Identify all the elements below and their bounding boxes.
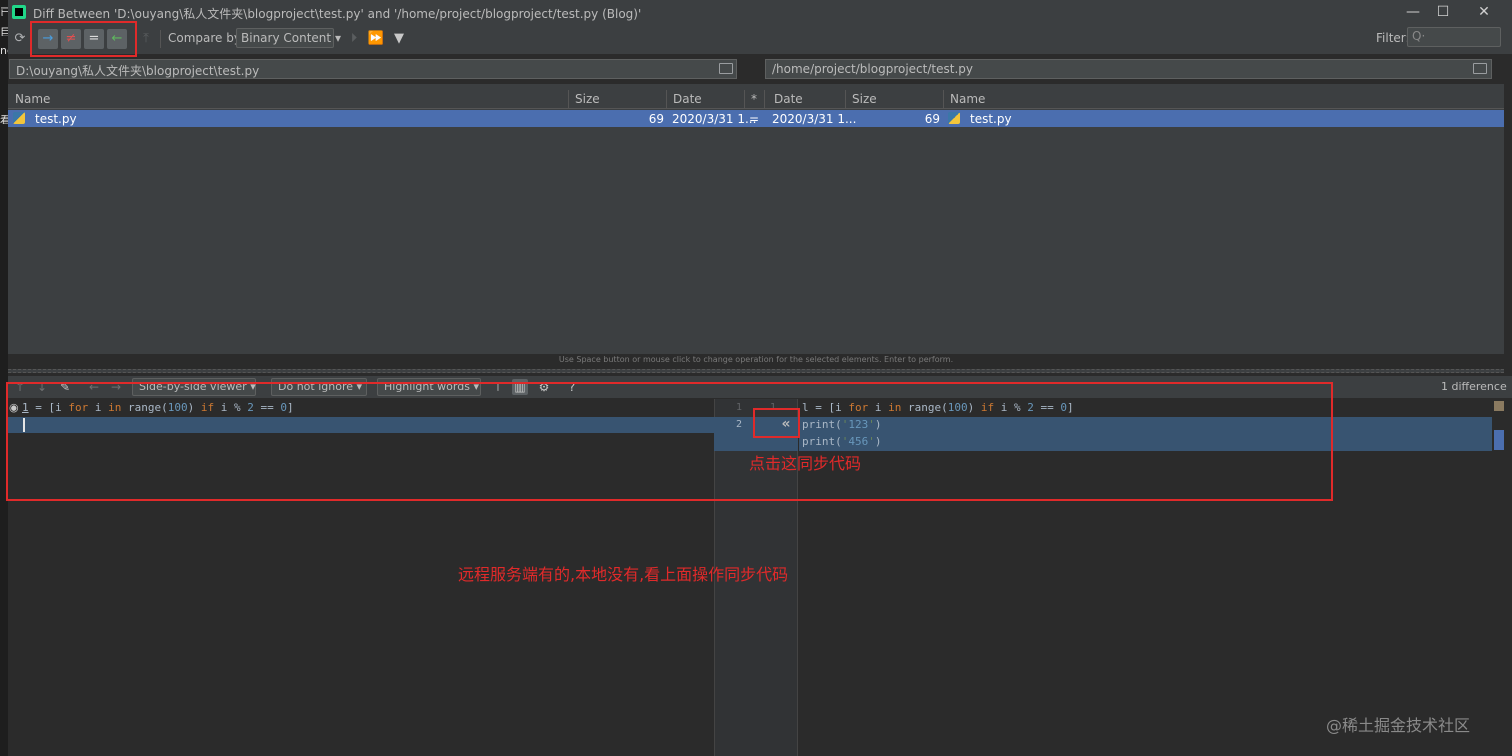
merge-icon[interactable]: ⤒ bbox=[136, 29, 156, 49]
scroll-marker bbox=[1494, 401, 1504, 411]
column-header-operation[interactable]: * bbox=[745, 90, 765, 108]
chevron-down-icon: ▾ bbox=[334, 31, 341, 45]
left-file-size: 69 bbox=[648, 112, 664, 126]
edge-glyph: nd bbox=[0, 44, 8, 56]
left-path-field[interactable]: D:\ouyang\私人文件夹\blogproject\test.py bbox=[9, 59, 737, 79]
splitter[interactable] bbox=[8, 369, 1504, 373]
filter-icon[interactable]: ▼ bbox=[389, 29, 409, 49]
column-header-date[interactable]: Date bbox=[667, 90, 745, 108]
right-file-date: 2020/3/31 1... bbox=[772, 112, 857, 126]
left-file-date: 2020/3/31 1... bbox=[672, 112, 757, 126]
compare-by-value: Binary Content bbox=[241, 31, 332, 45]
edge-glyph: 已 bbox=[0, 6, 8, 16]
python-file-icon bbox=[13, 112, 25, 124]
maximize-button[interactable]: ☐ bbox=[1428, 2, 1458, 22]
right-file-size: 69 bbox=[924, 112, 940, 126]
status-hint: Use Space button or mouse click to chang… bbox=[558, 355, 954, 364]
toolbar-separator bbox=[160, 30, 161, 48]
close-button[interactable]: ✕ bbox=[1469, 2, 1499, 22]
filter-input[interactable]: Q· bbox=[1407, 27, 1501, 47]
right-file-name: test.py bbox=[970, 112, 1012, 126]
operation-equal[interactable]: = bbox=[749, 111, 759, 127]
annotation-box-sync bbox=[753, 408, 800, 438]
pycharm-logo-icon bbox=[12, 5, 26, 19]
folder-icon[interactable] bbox=[719, 63, 733, 74]
edge-glyph: 看 bbox=[0, 114, 8, 124]
annotation-box-toolbar bbox=[30, 21, 137, 57]
refresh-icon[interactable]: ⟳ bbox=[10, 29, 30, 49]
filter-label: Filter: bbox=[1376, 31, 1410, 45]
edge-glyph: 目 bbox=[0, 26, 8, 36]
difference-count: 1 difference bbox=[1441, 380, 1507, 393]
annotation-note: 远程服务端有的,本地没有,看上面操作同步代码 bbox=[458, 565, 789, 584]
left-file-name: test.py bbox=[35, 112, 77, 126]
annotation-box-diff bbox=[6, 382, 1333, 501]
watermark: @稀土掘金技术社区 bbox=[1326, 716, 1471, 735]
minimize-button[interactable]: — bbox=[1398, 2, 1428, 22]
column-header-name[interactable]: Name bbox=[9, 90, 569, 108]
column-header-name[interactable]: Name bbox=[944, 90, 1504, 108]
column-header-size[interactable]: Size bbox=[569, 90, 667, 108]
window-title: Diff Between 'D:\ouyang\私人文件夹\blogprojec… bbox=[33, 7, 642, 21]
fast-forward-icon[interactable]: ⏩ bbox=[366, 29, 386, 49]
annotation-sync-tip: 点击这同步代码 bbox=[749, 454, 862, 473]
compare-by-select[interactable]: Binary Content ▾ bbox=[236, 28, 341, 48]
right-path-field[interactable]: /home/project/blogproject/test.py bbox=[765, 59, 1492, 79]
column-header-size[interactable]: Size bbox=[846, 90, 944, 108]
compare-by-label: Compare by: bbox=[168, 31, 245, 45]
folder-icon[interactable] bbox=[1473, 63, 1487, 74]
column-header-date[interactable]: Date bbox=[768, 90, 846, 108]
python-file-icon bbox=[948, 112, 960, 124]
play-icon[interactable]: ⏵ bbox=[344, 29, 364, 49]
scroll-marker bbox=[1494, 430, 1504, 450]
